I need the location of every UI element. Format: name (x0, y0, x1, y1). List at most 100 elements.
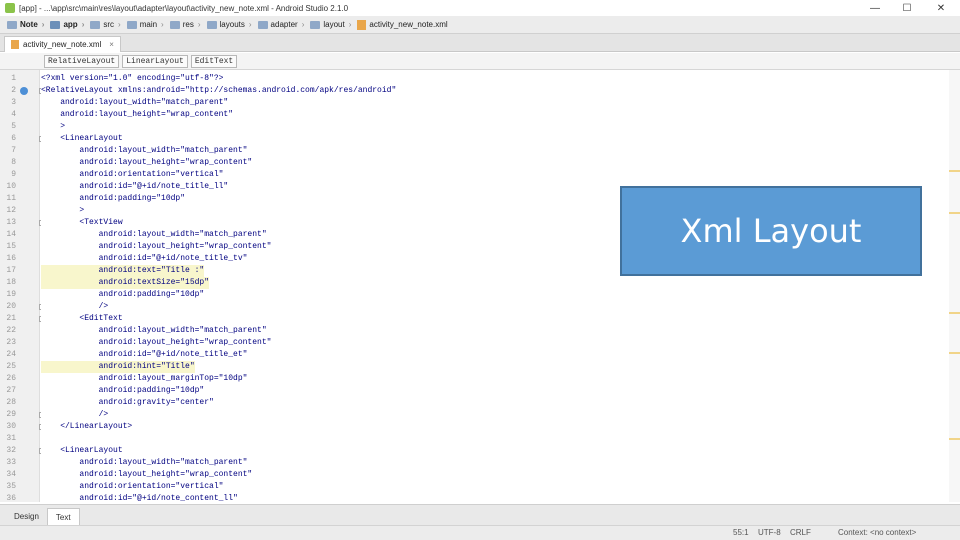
code-line[interactable]: android:padding="10dp" (41, 385, 205, 397)
code-line[interactable]: <?xml version="1.0" encoding="utf-8"?> (41, 73, 223, 85)
line-number: 4 (11, 110, 16, 119)
line-number: 35 (6, 482, 16, 491)
line-number: 34 (6, 470, 16, 479)
breadcrumb-src[interactable]: src › (87, 18, 123, 32)
editor-tab-strip: activity_new_note.xml × (0, 34, 960, 52)
code-line[interactable]: > (41, 205, 84, 217)
breadcrumb-file[interactable]: activity_new_note.xml (354, 18, 450, 32)
xml-element-breadcrumb: RelativeLayout LinearLayout EditText (0, 53, 960, 70)
code-line[interactable]: <RelativeLayout xmlns:android="http://sc… (41, 85, 396, 97)
tab-text[interactable]: Text (46, 508, 80, 525)
tab-label: activity_new_note.xml (23, 40, 102, 49)
code-line[interactable]: </LinearLayout> (41, 421, 132, 433)
breadcrumb-layout[interactable]: layout › (307, 18, 354, 32)
line-number: 32 (6, 446, 16, 455)
code-line[interactable]: > (41, 121, 65, 133)
scrollbar-marker[interactable] (949, 312, 960, 314)
xml-file-icon (11, 40, 19, 49)
breadcrumb-main[interactable]: main › (124, 18, 167, 32)
line-number: 27 (6, 386, 16, 395)
code-line[interactable]: android:orientation="vertical" (41, 481, 223, 493)
android-studio-icon (5, 3, 15, 13)
code-line[interactable]: android:layout_width="match_parent" (41, 145, 247, 157)
breadcrumb-res[interactable]: res › (167, 18, 204, 32)
element-crumb-relativelayout[interactable]: RelativeLayout (44, 54, 120, 68)
code-line[interactable]: android:layout_width="match_parent" (41, 325, 267, 337)
line-number: 14 (6, 230, 16, 239)
code-line[interactable]: android:layout_height="wrap_content" (41, 241, 272, 253)
chevron-right-icon: › (81, 20, 85, 29)
code-line[interactable]: android:layout_height="wrap_content" (41, 157, 252, 169)
breadcrumb-layouts[interactable]: layouts › (204, 18, 255, 32)
tab-design[interactable]: Design (6, 508, 47, 525)
line-number: 21 (6, 314, 16, 323)
scrollbar-marker[interactable] (949, 212, 960, 214)
scrollbar-marker[interactable] (949, 170, 960, 172)
close-tab-icon[interactable]: × (109, 40, 114, 49)
breadcrumb-adapter[interactable]: adapter › (255, 18, 308, 32)
line-number: 17 (6, 266, 16, 275)
line-number: 13 (6, 218, 16, 227)
code-line[interactable]: android:textSize="15dp" (41, 277, 210, 289)
line-number: 1 (11, 74, 16, 83)
line-separator[interactable]: CRLF (790, 528, 811, 537)
chevron-right-icon: › (197, 20, 201, 29)
folder-icon (7, 20, 17, 29)
element-crumb-linearlayout[interactable]: LinearLayout (122, 54, 188, 68)
file-encoding[interactable]: UTF-8 (758, 528, 781, 537)
code-line[interactable]: android:layout_height="wrap_content" (41, 109, 233, 121)
editor-scrollbar[interactable] (949, 70, 960, 502)
code-line[interactable]: android:padding="10dp" (41, 193, 185, 205)
line-number: 18 (6, 278, 16, 287)
chevron-right-icon: › (348, 20, 352, 29)
context-indicator[interactable]: Context: <no context> (838, 528, 916, 537)
tab-activity-new-note[interactable]: activity_new_note.xml × (4, 36, 121, 52)
code-line[interactable]: android:gravity="center" (41, 397, 214, 409)
line-number: 15 (6, 242, 16, 251)
code-line[interactable]: /> (41, 301, 109, 313)
code-line[interactable]: android:id="@+id/note_title_tv" (41, 253, 248, 265)
code-line[interactable]: /> (41, 409, 109, 421)
code-line[interactable]: android:id="@+id/note_title_ll" (41, 181, 228, 193)
folder-icon (90, 20, 101, 29)
code-line[interactable]: <EditText (41, 313, 122, 325)
code-line[interactable]: <TextView (41, 217, 122, 229)
code-line[interactable]: android:hint="Title" (41, 361, 195, 373)
code-line[interactable]: android:orientation="vertical" (41, 169, 223, 181)
breadcrumb-project[interactable]: Note › (4, 18, 47, 32)
code-line[interactable]: android:layout_marginTop="10dp" (41, 373, 248, 385)
caret-position[interactable]: 55:1 (733, 528, 749, 537)
code-line[interactable]: android:padding="10dp" (41, 289, 205, 301)
code-line[interactable]: android:layout_width="match_parent" (41, 457, 247, 469)
code-line[interactable]: android:id="@+id/note_title_et" (41, 349, 248, 361)
code-line[interactable]: <LinearLayout (41, 445, 122, 457)
chevron-right-icon: › (248, 20, 252, 29)
editor-mode-tabs: Design Text (0, 504, 960, 525)
code-line[interactable]: android:layout_width="match_parent" (41, 97, 228, 109)
line-number: 10 (6, 182, 16, 191)
code-line[interactable]: <LinearLayout (41, 133, 122, 145)
code-line[interactable]: android:layout_width="match_parent" (41, 229, 267, 241)
minimize-button[interactable]: — (860, 0, 890, 16)
maximize-button[interactable]: ☐ (892, 0, 922, 16)
resource-marker-icon[interactable] (20, 87, 28, 95)
folder-icon (257, 20, 268, 29)
element-crumb-edittext[interactable]: EditText (190, 54, 238, 68)
code-editor[interactable]: <?xml version="1.0" encoding="utf-8"?> <R… (41, 70, 949, 503)
line-number-gutter[interactable]: 1 2 3 4 5 6 7 8 9 10 11 12 13 14 15 16 17 18 19 20 21 22 23 24 2… (0, 70, 45, 503)
line-number: 29 (6, 410, 16, 419)
code-line[interactable]: android:text="Title :" (41, 265, 205, 277)
code-line[interactable]: android:layout_height="wrap_content" (41, 469, 252, 481)
line-number: 28 (6, 398, 16, 407)
line-number: 25 (6, 362, 16, 371)
scrollbar-marker[interactable] (949, 438, 960, 440)
code-line[interactable]: android:layout_height="wrap_content" (41, 337, 272, 349)
close-window-button[interactable]: ✕ (926, 0, 956, 16)
window-title: [app] - ...\app\src\main\res\layout\adap… (19, 3, 349, 13)
line-number: 3 (11, 98, 16, 107)
module-folder-icon (50, 20, 61, 29)
scrollbar-marker[interactable] (949, 352, 960, 354)
breadcrumb-module[interactable]: app › (47, 18, 87, 32)
callout-text: Xml Layout (680, 212, 862, 250)
title-bar: [app] - ...\app\src\main\res\layout\adap… (0, 0, 960, 16)
